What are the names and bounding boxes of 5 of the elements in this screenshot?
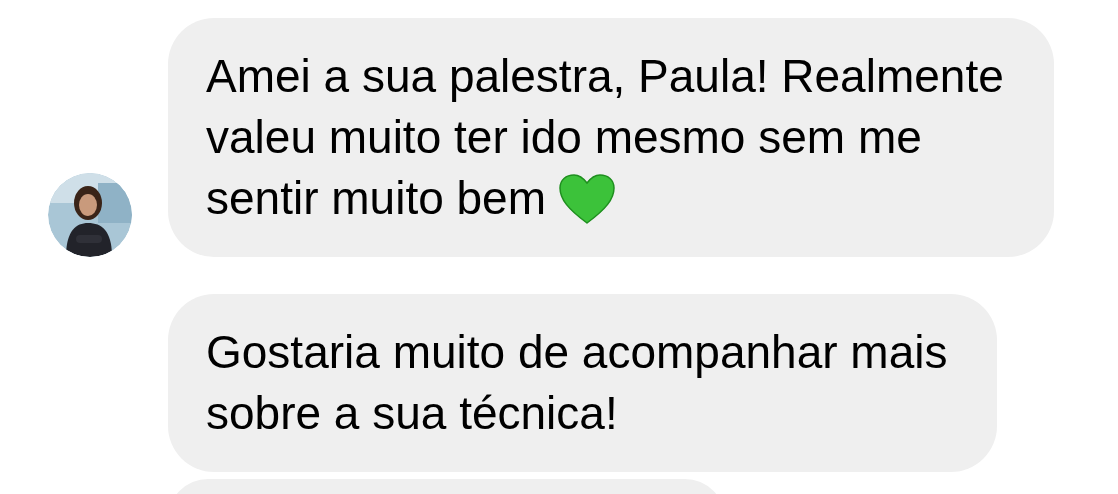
message-text: sobre a sua técnica!	[206, 386, 618, 441]
message-text: sentir muito bem	[206, 171, 546, 226]
message-text: valeu muito ter ido mesmo sem me	[206, 110, 922, 165]
message-text: Gostaria muito de acompanhar mais	[206, 325, 948, 380]
message-text: Amei a sua palestra, Paula! Realmente	[206, 49, 1004, 104]
